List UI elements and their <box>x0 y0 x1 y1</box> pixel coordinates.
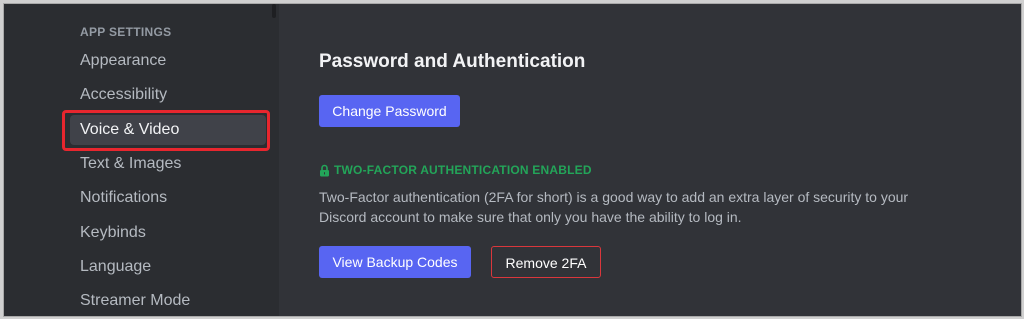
lock-icon <box>320 164 329 176</box>
page-title: Password and Authentication <box>319 51 586 72</box>
sidebar-item-keybinds[interactable]: Keybinds <box>70 218 266 248</box>
change-password-button[interactable]: Change Password <box>319 95 460 127</box>
sidebar-item-streamer-mode[interactable]: Streamer Mode <box>70 286 266 316</box>
sidebar-item-notifications[interactable]: Notifications <box>70 183 266 213</box>
sidebar-item-language[interactable]: Language <box>70 252 266 282</box>
two-factor-description: Two-Factor authentication (2FA for short… <box>319 189 909 225</box>
two-factor-status: TWO-FACTOR AUTHENTICATION ENABLED <box>319 162 592 178</box>
sidebar-item-text-images[interactable]: Text & Images <box>70 149 266 179</box>
sidebar-item-accessibility[interactable]: Accessibility <box>70 80 266 110</box>
settings-sidebar: APP SETTINGS Appearance Accessibility Vo… <box>4 4 279 316</box>
main-content: Password and Authentication Change Passw… <box>279 4 1021 316</box>
sidebar-scrollbar[interactable] <box>272 4 276 18</box>
remove-2fa-button[interactable]: Remove 2FA <box>491 246 601 278</box>
settings-window: APP SETTINGS Appearance Accessibility Vo… <box>3 3 1022 317</box>
two-factor-status-text: TWO-FACTOR AUTHENTICATION ENABLED <box>334 163 592 177</box>
sidebar-item-voice-video[interactable]: Voice & Video <box>70 115 266 145</box>
section-header-app-settings: APP SETTINGS <box>80 25 172 39</box>
sidebar-item-appearance[interactable]: Appearance <box>70 46 266 76</box>
view-backup-codes-button[interactable]: View Backup Codes <box>319 246 471 278</box>
